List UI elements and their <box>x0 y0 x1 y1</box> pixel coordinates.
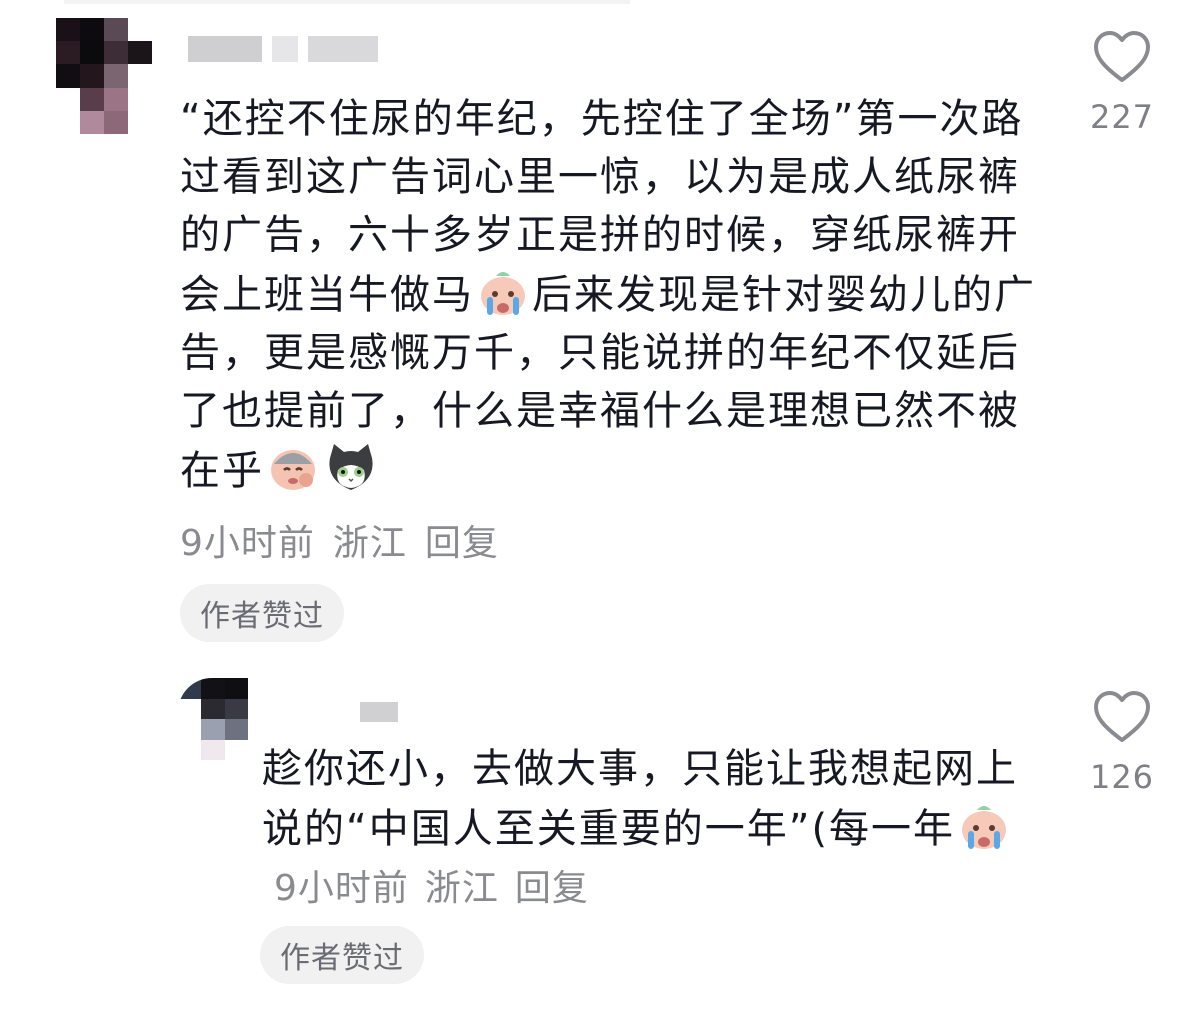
like-button[interactable]: 227 <box>1082 30 1162 136</box>
avatar[interactable] <box>178 678 248 760</box>
author-liked-badge: 作者赞过 <box>260 926 424 984</box>
comment-text: “还控不住尿的年纪，先控住了全场”第一次路过看到这广告词心里一惊，以为是成人纸尿… <box>180 90 1050 500</box>
comment-time: 9小时前 <box>274 868 409 909</box>
heart-outline-icon[interactable] <box>1093 690 1151 744</box>
avatar[interactable] <box>56 18 152 134</box>
comment-list: “还控不住尿的年纪，先控住了全场”第一次路过看到这广告词心里一惊，以为是成人纸尿… <box>0 0 1200 1012</box>
comment-location: 浙江 <box>424 868 499 909</box>
like-button[interactable]: 126 <box>1082 690 1162 796</box>
cat-emoji <box>324 440 378 494</box>
comment-meta: 9小时前 浙江 回复 <box>180 514 499 566</box>
comment-location: 浙江 <box>332 523 407 564</box>
comment-text: 趁你还小，去做大事，只能让我想起网上说的“中国人至关重要的一年”(每一年 9小时前… <box>262 740 1052 918</box>
username-blurred[interactable] <box>360 702 398 722</box>
crying-baby-emoji <box>476 264 530 318</box>
comment-text-part: 趁你还小，去做大事，只能让我想起网上说的“中国人至关重要的一年”(每一年 <box>262 746 1018 852</box>
top-divider <box>64 0 630 4</box>
comment-meta: 9小时前 浙江 回复 <box>274 860 589 918</box>
sad-baby-emoji <box>266 440 320 494</box>
like-count: 126 <box>1089 758 1155 796</box>
username-blurred[interactable] <box>188 36 378 62</box>
like-count: 227 <box>1089 98 1155 136</box>
crying-baby-emoji <box>957 798 1011 852</box>
author-liked-badge: 作者赞过 <box>180 584 344 642</box>
reply-button[interactable]: 回复 <box>515 860 589 918</box>
heart-outline-icon[interactable] <box>1093 30 1151 84</box>
reply-button[interactable]: 回复 <box>425 514 499 566</box>
comment-time: 9小时前 <box>180 523 315 564</box>
